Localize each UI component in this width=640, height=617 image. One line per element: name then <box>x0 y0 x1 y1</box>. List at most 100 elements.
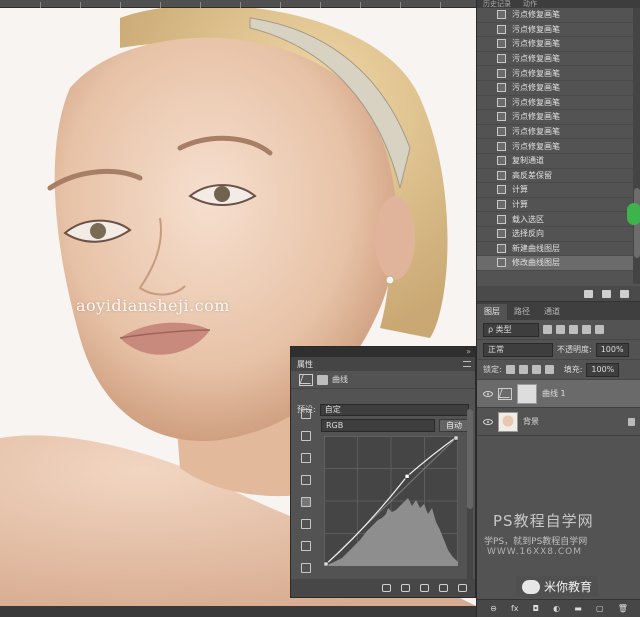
lock-pixels-icon[interactable] <box>518 365 528 374</box>
history-item[interactable]: 污点修复画笔 <box>477 110 633 125</box>
filter-pixel-icon[interactable] <box>543 325 552 334</box>
smooth-curve-icon[interactable] <box>301 541 311 551</box>
history-state-icon <box>497 200 506 210</box>
add-mask-icon[interactable]: ◘ <box>533 604 539 613</box>
tab-actions[interactable]: 动作 <box>517 0 543 8</box>
clipping-warning-icon[interactable] <box>301 563 311 573</box>
lock-position-icon[interactable] <box>531 365 541 374</box>
layer-name: 背景 <box>523 417 539 426</box>
auto-button[interactable]: 自动 <box>439 419 469 432</box>
spot-healing-brush-icon <box>497 97 506 107</box>
history-item[interactable]: 修改曲线图层 <box>477 256 633 271</box>
white-point-eyedropper-icon[interactable] <box>301 475 311 485</box>
tab-paths[interactable]: 路径 <box>507 304 537 320</box>
lock-transparency-icon[interactable] <box>505 365 515 374</box>
history-item[interactable]: 计算 <box>477 183 633 198</box>
delete-layer-icon[interactable]: 🗑 <box>618 604 628 613</box>
new-adjustment-icon[interactable]: ◐ <box>553 604 560 613</box>
history-item[interactable]: 计算 <box>477 198 633 213</box>
history-item[interactable]: 选择反向 <box>477 227 633 242</box>
history-item-label: 计算 <box>512 185 528 195</box>
history-item[interactable]: 复制通道 <box>477 154 633 169</box>
on-image-adjust-icon[interactable] <box>301 409 311 419</box>
preset-row: 预设: 自定 <box>297 403 469 416</box>
history-footer <box>477 286 640 302</box>
camera-snapshot-icon[interactable] <box>602 289 611 298</box>
layer-filter-select[interactable]: ρ 类型 <box>483 322 539 337</box>
visibility-eye-icon[interactable] <box>439 584 448 592</box>
history-item[interactable]: 污点修复画笔 <box>477 23 633 38</box>
curve-graph[interactable] <box>324 436 458 566</box>
history-item-label: 计算 <box>512 200 528 210</box>
tab-layers[interactable]: 图层 <box>477 304 507 320</box>
fx-button[interactable]: fx <box>511 604 519 613</box>
edit-points-curve-icon[interactable] <box>301 497 311 507</box>
pencil-draw-icon[interactable] <box>301 519 311 529</box>
spot-healing-brush-icon <box>497 112 506 122</box>
view-previous-state-icon[interactable] <box>401 584 410 592</box>
visibility-eye-icon[interactable] <box>483 390 493 397</box>
blend-mode-select[interactable]: 正常 <box>483 342 553 357</box>
filter-adjustment-icon[interactable] <box>556 325 565 334</box>
layers-footer: ⊖ fx ◘ ◐ ▬ ▢ 🗑 <box>477 599 640 617</box>
curve-control-point[interactable] <box>404 474 410 479</box>
tab-channels[interactable]: 通道 <box>537 304 567 320</box>
history-item[interactable]: 污点修复画笔 <box>477 52 633 67</box>
link-layers-icon[interactable]: ⊖ <box>490 604 497 613</box>
tab-history[interactable]: 历史记录 <box>477 0 517 8</box>
layer-mask-thumbnail[interactable] <box>517 383 537 404</box>
history-item[interactable]: 污点修复画笔 <box>477 139 633 154</box>
trash-icon[interactable] <box>620 289 629 298</box>
new-layer-icon[interactable]: ▢ <box>596 604 604 613</box>
new-group-icon[interactable]: ▬ <box>574 604 582 613</box>
properties-titlebar[interactable]: » <box>291 347 475 357</box>
history-state-icon <box>497 229 506 239</box>
curves-adjustment-icon <box>299 373 313 386</box>
history-item[interactable]: 污点修复画笔 <box>477 37 633 52</box>
black-point-eyedropper-icon[interactable] <box>301 431 311 441</box>
history-item-label: 污点修复画笔 <box>512 68 560 78</box>
history-item[interactable]: 高反差保留 <box>477 169 633 184</box>
filter-shape-icon[interactable] <box>582 325 591 334</box>
clip-to-layer-icon[interactable] <box>382 584 391 592</box>
curve-control-point[interactable] <box>324 561 329 566</box>
lock-all-icon[interactable] <box>544 365 554 374</box>
account-name: 米你教育 <box>544 580 593 594</box>
panel-menu-icon[interactable] <box>463 361 471 367</box>
reset-icon[interactable] <box>420 584 429 592</box>
filter-smart-object-icon[interactable] <box>595 325 604 334</box>
opacity-input[interactable]: 100% <box>595 342 629 357</box>
wechat-icon <box>522 579 540 594</box>
gray-point-eyedropper-icon[interactable] <box>301 453 311 463</box>
history-item[interactable]: 新建曲线图层 <box>477 242 633 257</box>
lock-row: 锁定: 填充: 100% <box>477 360 640 380</box>
layer-curves-1[interactable]: 曲线 1 <box>477 380 640 408</box>
history-item-label: 高反差保留 <box>512 170 552 180</box>
history-state-icon <box>497 156 506 166</box>
curve-control-point[interactable] <box>453 436 458 441</box>
history-scrollbar[interactable] <box>633 8 640 284</box>
history-item-label: 新建曲线图层 <box>512 243 560 253</box>
collapse-icon[interactable]: » <box>466 347 471 357</box>
spot-healing-brush-icon <box>497 10 506 20</box>
history-item[interactable]: 污点修复画笔 <box>477 96 633 111</box>
history-item[interactable]: 污点修复画笔 <box>477 66 633 81</box>
visibility-eye-icon[interactable] <box>483 418 493 425</box>
properties-title: 属性 <box>297 359 313 369</box>
floating-assistant-button[interactable] <box>627 203 640 225</box>
spot-healing-brush-icon <box>497 141 506 151</box>
channel-select[interactable]: RGB <box>321 419 435 432</box>
fill-input[interactable]: 100% <box>586 362 620 377</box>
history-item[interactable]: 载入选区 <box>477 212 633 227</box>
new-document-from-state-icon[interactable] <box>584 289 593 298</box>
layer-background[interactable]: 背景 <box>477 408 640 436</box>
mask-icon[interactable] <box>317 374 328 385</box>
trash-icon[interactable] <box>458 584 467 592</box>
spot-healing-brush-icon <box>497 54 506 64</box>
history-item[interactable]: 污点修复画笔 <box>477 81 633 96</box>
preset-select[interactable]: 自定 <box>319 403 469 416</box>
properties-scrollbar[interactable] <box>467 409 473 579</box>
filter-type-icon[interactable] <box>569 325 578 334</box>
history-item[interactable]: 污点修复画笔 <box>477 125 633 140</box>
history-item[interactable]: 污点修复画笔 <box>477 8 633 23</box>
